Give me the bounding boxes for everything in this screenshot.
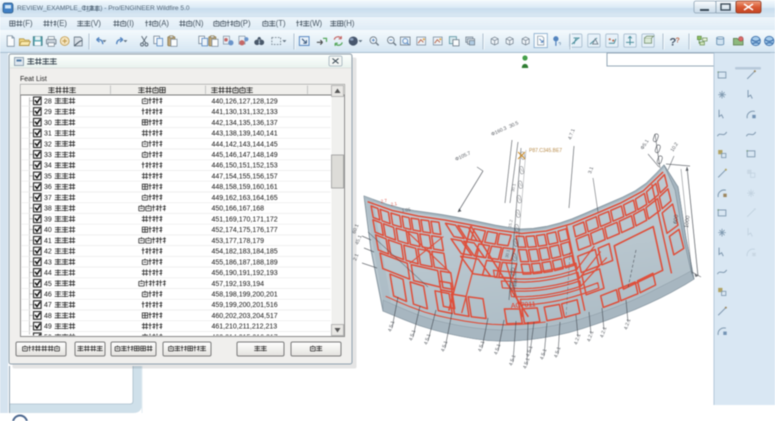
svg-text:441,130,131,132,133: 441,130,131,132,133: [212, 109, 278, 116]
svg-text:45: 45: [44, 281, 52, 288]
svg-text:REVIEW_EXAMPLE_C_3 (: REVIEW_EXAMPLE_C_3 (: [17, 5, 98, 12]
svg-text:460,202,203,204,517: 460,202,203,204,517: [212, 313, 278, 320]
svg-text:38: 38: [44, 206, 52, 213]
svg-text:41: 41: [44, 238, 52, 245]
svg-text:(W): (W): [310, 19, 323, 28]
svg-text:(H): (H): [344, 19, 355, 28]
svg-text:454,182,183,184,185: 454,182,183,184,185: [212, 249, 278, 256]
svg-text:444,142,143,144,145: 444,142,143,144,145: [212, 141, 278, 148]
svg-text:?: ?: [676, 37, 680, 44]
svg-text:459,199,200,201,516: 459,199,200,201,516: [212, 302, 278, 309]
svg-text:43: 43: [44, 259, 52, 266]
svg-text:(A): (A): [159, 19, 170, 28]
svg-text:31: 31: [44, 131, 52, 138]
svg-text:44: 44: [44, 270, 52, 277]
svg-text:453,177,178,179: 453,177,178,179: [212, 238, 265, 245]
svg-text:29: 29: [44, 109, 52, 116]
svg-text:(P): (P): [240, 19, 251, 28]
svg-text:47: 47: [44, 302, 52, 309]
svg-text:40: 40: [44, 227, 52, 234]
svg-text:442,134,135,136,137: 442,134,135,136,137: [212, 120, 278, 127]
svg-text:(F): (F): [23, 19, 33, 28]
svg-text:33: 33: [44, 152, 52, 159]
svg-text:446,150,151,152,153: 446,150,151,152,153: [212, 163, 278, 170]
svg-text:(V): (V): [91, 19, 102, 28]
svg-text:458,198,199,200,201: 458,198,199,200,201: [212, 292, 278, 299]
svg-text:34: 34: [44, 163, 52, 170]
svg-text:455,186,187,188,189: 455,186,187,188,189: [212, 259, 278, 266]
svg-text:449,162,163,164,165: 449,162,163,164,165: [212, 195, 278, 202]
svg-text:(N): (N): [193, 19, 204, 28]
svg-text:30: 30: [44, 120, 52, 127]
svg-text:456,190,191,192,193: 456,190,191,192,193: [212, 270, 278, 277]
svg-text:451,169,170,171,172: 451,169,170,171,172: [212, 216, 278, 223]
svg-text:(I): (I): [127, 19, 135, 28]
svg-text:) - Pro/ENGINEER Wildfire 5.0: ) - Pro/ENGINEER Wildfire 5.0: [100, 5, 190, 12]
svg-text:49: 49: [44, 324, 52, 331]
svg-text:445,146,147,148,149: 445,146,147,148,149: [212, 152, 278, 159]
svg-text:443,138,139,140,141: 443,138,139,140,141: [212, 131, 278, 138]
svg-text:448,158,159,160,161: 448,158,159,160,161: [212, 184, 278, 191]
svg-text:35: 35: [44, 174, 52, 181]
svg-text:32: 32: [44, 141, 52, 148]
svg-text:39: 39: [44, 216, 52, 223]
svg-text:Feat List: Feat List: [20, 76, 47, 83]
svg-text:461,210,211,212,213: 461,210,211,212,213: [212, 324, 278, 331]
svg-text:46: 46: [44, 292, 52, 299]
svg-text:440,126,127,128,129: 440,126,127,128,129: [212, 98, 278, 105]
svg-text:457,192,193,194: 457,192,193,194: [212, 281, 265, 288]
svg-text:(T): (T): [276, 19, 286, 28]
svg-text:42: 42: [44, 249, 52, 256]
svg-text:48: 48: [44, 313, 52, 320]
svg-text:450,166,167,168: 450,166,167,168: [212, 206, 265, 213]
svg-text:452,174,175,176,177: 452,174,175,176,177: [212, 227, 278, 234]
svg-text:600: 600: [673, 214, 680, 224]
svg-text:447,154,155,156,157: 447,154,155,156,157: [212, 174, 278, 181]
svg-text:37: 37: [44, 195, 52, 202]
svg-text:28: 28: [44, 98, 52, 105]
svg-text:P87.C345.BE7: P87.C345.BE7: [529, 148, 562, 154]
svg-text:(E): (E): [57, 19, 68, 28]
svg-text:36: 36: [44, 184, 52, 191]
